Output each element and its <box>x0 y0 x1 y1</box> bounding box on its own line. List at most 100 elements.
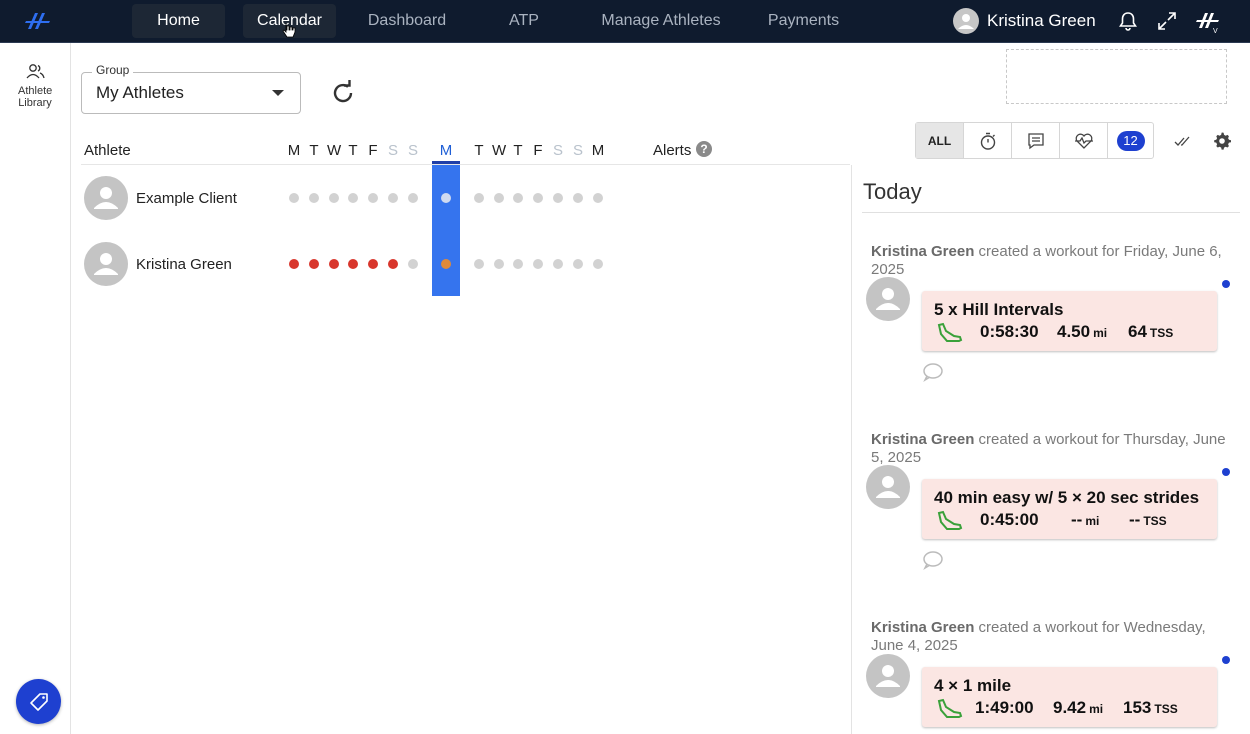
day-status-dot[interactable] <box>408 193 418 203</box>
day-header: T <box>348 142 358 159</box>
day-header: F <box>533 142 543 159</box>
expand-icon[interactable] <box>1156 10 1178 32</box>
workout-duration: 0:58:30 <box>980 322 1039 341</box>
day-status-dot[interactable] <box>513 259 523 269</box>
day-status-dot[interactable] <box>368 259 378 269</box>
header-divider <box>81 164 850 165</box>
gear-icon[interactable] <box>1212 131 1232 151</box>
help-icon[interactable]: ? <box>696 141 712 157</box>
day-status-dot[interactable] <box>388 193 398 203</box>
workout-tss: 64 TSS <box>1128 322 1174 341</box>
activity-filter-bar: ALL 12 <box>915 122 1154 159</box>
day-status-dot[interactable] <box>553 259 563 269</box>
day-status-dot[interactable] <box>329 193 339 203</box>
day-status-dot[interactable] <box>289 259 299 269</box>
day-status-dot[interactable] <box>474 259 484 269</box>
run-shoe-icon <box>937 510 963 530</box>
day-status-dot[interactable] <box>441 193 451 203</box>
nav-tab-atp[interactable]: ATP <box>495 4 553 38</box>
svg-text:V: V <box>1213 28 1218 34</box>
feed-item-header: Kristina Green created a workout for Thu… <box>871 431 1231 467</box>
workout-tss: -- TSS <box>1129 510 1167 529</box>
bell-icon[interactable] <box>1117 10 1139 32</box>
heart-rate-icon <box>1074 133 1093 149</box>
day-header: M <box>287 142 301 159</box>
feed-avatar <box>866 654 910 698</box>
day-header: M <box>591 142 605 159</box>
nav-tab-payments[interactable]: Payments <box>756 4 851 38</box>
left-rail: Athlete Library <box>0 43 71 734</box>
nav-tab-dashboard[interactable]: Dashboard <box>352 4 462 38</box>
filter-metrics-button[interactable] <box>1060 123 1108 158</box>
add-comment-icon[interactable] <box>922 362 944 382</box>
brand-badge-icon[interactable]: V <box>1195 8 1221 34</box>
workout-card[interactable]: 4 × 1 mile 1:49:00 9.42 mi 153 TSS <box>922 667 1217 727</box>
tag-button[interactable] <box>16 679 61 724</box>
day-status-dot[interactable] <box>388 259 398 269</box>
day-status-dot[interactable] <box>533 259 543 269</box>
athlete-avatar[interactable] <box>84 242 128 286</box>
workout-title: 40 min easy w/ 5 × 20 sec strides <box>934 488 1200 507</box>
brand-logo-icon[interactable] <box>24 9 52 33</box>
day-status-dot[interactable] <box>474 193 484 203</box>
day-header: F <box>368 142 378 159</box>
day-header: W <box>492 142 507 159</box>
day-header: T <box>474 142 484 159</box>
feed-actor[interactable]: Kristina Green <box>871 243 974 260</box>
day-status-dot[interactable] <box>441 259 451 269</box>
refresh-icon[interactable] <box>330 80 356 106</box>
athletes-icon <box>26 64 45 79</box>
day-status-dot[interactable] <box>513 193 523 203</box>
filter-all-button[interactable]: ALL <box>916 123 964 158</box>
workout-distance: 9.42 mi <box>1053 698 1104 717</box>
feed-item-header: Kristina Green created a workout for Wed… <box>871 619 1231 655</box>
user-name: Kristina Green <box>987 11 1096 30</box>
day-status-dot[interactable] <box>573 193 583 203</box>
athlete-name[interactable]: Kristina Green <box>136 256 232 273</box>
day-header-today: M <box>439 142 453 159</box>
day-status-dot[interactable] <box>593 259 603 269</box>
nav-tab-manage-athletes[interactable]: Manage Athletes <box>590 4 732 38</box>
day-status-dot[interactable] <box>593 193 603 203</box>
athlete-avatar[interactable] <box>84 176 128 220</box>
day-status-dot[interactable] <box>348 193 358 203</box>
feed-actor[interactable]: Kristina Green <box>871 619 974 636</box>
group-select-label: Group <box>92 63 134 77</box>
day-status-dot[interactable] <box>289 193 299 203</box>
unread-count-badge: 12 <box>1116 130 1145 151</box>
filter-comments-button[interactable] <box>1012 123 1060 158</box>
day-header: S <box>552 142 563 159</box>
day-status-dot[interactable] <box>408 259 418 269</box>
day-header: T <box>309 142 319 159</box>
workout-card[interactable]: 40 min easy w/ 5 × 20 sec strides 0:45:0… <box>922 479 1217 539</box>
panel-divider <box>862 212 1240 213</box>
mark-all-read-icon[interactable] <box>1173 131 1193 151</box>
unread-dot <box>1222 656 1230 664</box>
day-status-dot[interactable] <box>348 259 358 269</box>
athlete-name[interactable]: Example Client <box>136 190 237 207</box>
day-status-dot[interactable] <box>309 259 319 269</box>
filter-workouts-button[interactable] <box>964 123 1012 158</box>
filter-unread-button[interactable]: 12 <box>1108 123 1153 158</box>
workout-card[interactable]: 5 x Hill Intervals 0:58:30 4.50 mi 64 TSS <box>922 291 1217 351</box>
day-status-dot[interactable] <box>553 193 563 203</box>
user-menu[interactable]: Kristina Green <box>953 8 1096 34</box>
nav-tab-home[interactable]: Home <box>132 4 225 38</box>
top-nav: Home Calendar Dashboard ATP Manage Athle… <box>0 0 1250 43</box>
day-status-dot[interactable] <box>494 259 504 269</box>
day-header: S <box>572 142 583 159</box>
athlete-library-button[interactable]: Athlete Library <box>4 63 66 109</box>
add-comment-icon[interactable] <box>922 550 944 570</box>
unread-dot <box>1222 468 1230 476</box>
day-header: S <box>407 142 418 159</box>
athlete-column-header[interactable]: Athlete <box>84 142 131 159</box>
day-status-dot[interactable] <box>329 259 339 269</box>
day-status-dot[interactable] <box>573 259 583 269</box>
feed-actor[interactable]: Kristina Green <box>871 431 974 448</box>
day-status-dot[interactable] <box>368 193 378 203</box>
unread-dot <box>1222 280 1230 288</box>
day-status-dot[interactable] <box>309 193 319 203</box>
workout-duration: 0:45:00 <box>980 510 1039 529</box>
day-status-dot[interactable] <box>494 193 504 203</box>
day-status-dot[interactable] <box>533 193 543 203</box>
